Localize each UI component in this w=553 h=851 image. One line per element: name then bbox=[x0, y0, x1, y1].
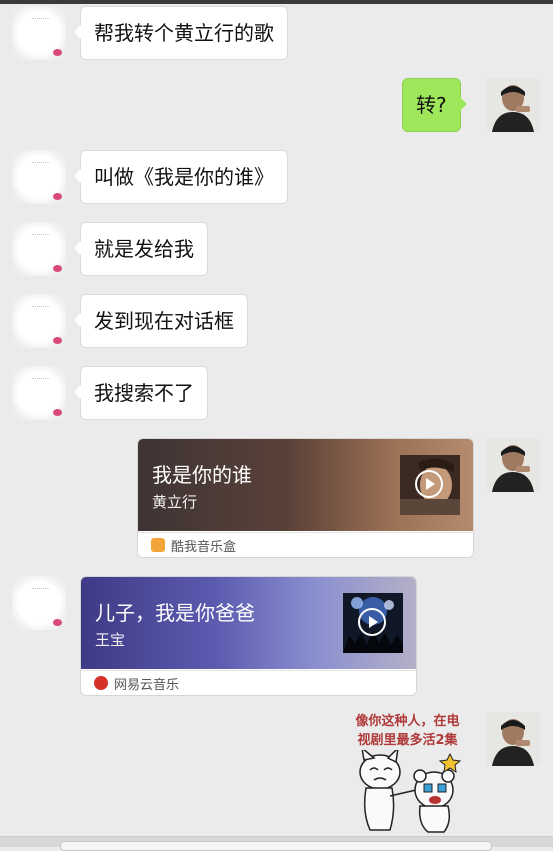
sticker-caption-line-2: 视剧里最多活2集 bbox=[357, 733, 458, 748]
music-card-footer: 网易云音乐 bbox=[81, 670, 416, 695]
blurred-avatar-mark bbox=[32, 18, 50, 22]
avatar-dot-icon bbox=[53, 337, 62, 344]
contact-avatar[interactable] bbox=[12, 6, 66, 60]
message-bubble-received[interactable]: 发到现在对话框 bbox=[74, 294, 248, 348]
album-cover[interactable] bbox=[343, 593, 403, 653]
my-avatar[interactable] bbox=[486, 712, 540, 766]
play-icon[interactable] bbox=[358, 608, 386, 636]
music-card-banner: 我是你的谁 黄立行 bbox=[138, 439, 473, 531]
song-title: 我是你的谁 bbox=[152, 463, 252, 487]
my-avatar[interactable] bbox=[486, 78, 540, 132]
person-photo-icon bbox=[486, 712, 540, 766]
message-bubble-sent[interactable]: 转? bbox=[402, 78, 467, 132]
my-avatar[interactable] bbox=[486, 438, 540, 492]
avatar-dot-icon bbox=[53, 619, 62, 626]
kuwo-app-icon bbox=[151, 538, 165, 552]
song-title: 儿子，我是你爸爸 bbox=[95, 601, 255, 625]
person-photo-icon bbox=[486, 78, 540, 132]
message-bubble-received[interactable]: 就是发给我 bbox=[74, 222, 208, 276]
song-artist: 黄立行 bbox=[152, 493, 198, 511]
play-icon[interactable] bbox=[415, 470, 443, 498]
message-bubble-received[interactable]: 叫做《我是你的谁》 bbox=[74, 150, 288, 204]
avatar-dot-icon bbox=[53, 265, 62, 272]
message-bubble-received[interactable]: 帮我转个黄立行的歌 bbox=[74, 6, 288, 60]
source-app-name: 网易云音乐 bbox=[114, 678, 180, 693]
album-cover[interactable] bbox=[400, 455, 460, 515]
contact-avatar[interactable] bbox=[12, 576, 66, 630]
meme-sticker[interactable]: 像你这种人，在电 视剧里最多活2集 bbox=[340, 712, 475, 834]
avatar-dot-icon bbox=[53, 193, 62, 200]
person-photo-icon bbox=[486, 438, 540, 492]
blurred-avatar-mark bbox=[32, 588, 50, 592]
contact-avatar[interactable] bbox=[12, 294, 66, 348]
contact-avatar[interactable] bbox=[12, 222, 66, 276]
music-card-sent[interactable]: 我是你的谁 黄立行 酷我音乐盒 bbox=[137, 438, 474, 558]
blurred-avatar-mark bbox=[32, 162, 50, 166]
blurred-avatar-mark bbox=[32, 306, 50, 310]
music-card-footer: 酷我音乐盒 bbox=[138, 532, 473, 557]
netease-app-icon bbox=[94, 676, 108, 690]
avatar-dot-icon bbox=[53, 409, 62, 416]
contact-avatar[interactable] bbox=[12, 366, 66, 420]
blurred-avatar-mark bbox=[32, 234, 50, 238]
blurred-avatar-mark bbox=[32, 378, 50, 382]
avatar-dot-icon bbox=[53, 49, 62, 56]
music-card-banner: 儿子，我是你爸爸 王宝 bbox=[81, 577, 416, 669]
status-bar bbox=[0, 0, 553, 4]
source-app-name: 酷我音乐盒 bbox=[171, 540, 237, 555]
music-card-received[interactable]: 儿子，我是你爸爸 王宝 网易云音乐 bbox=[80, 576, 417, 696]
cat-and-bear-icon bbox=[359, 750, 462, 833]
sticker-caption-line-1: 像你这种人，在电 bbox=[355, 714, 460, 729]
input-toolbar bbox=[0, 836, 553, 851]
message-bubble-received[interactable]: 我搜索不了 bbox=[74, 366, 208, 420]
song-artist: 王宝 bbox=[95, 631, 126, 649]
message-input[interactable] bbox=[60, 841, 492, 851]
contact-avatar[interactable] bbox=[12, 150, 66, 204]
